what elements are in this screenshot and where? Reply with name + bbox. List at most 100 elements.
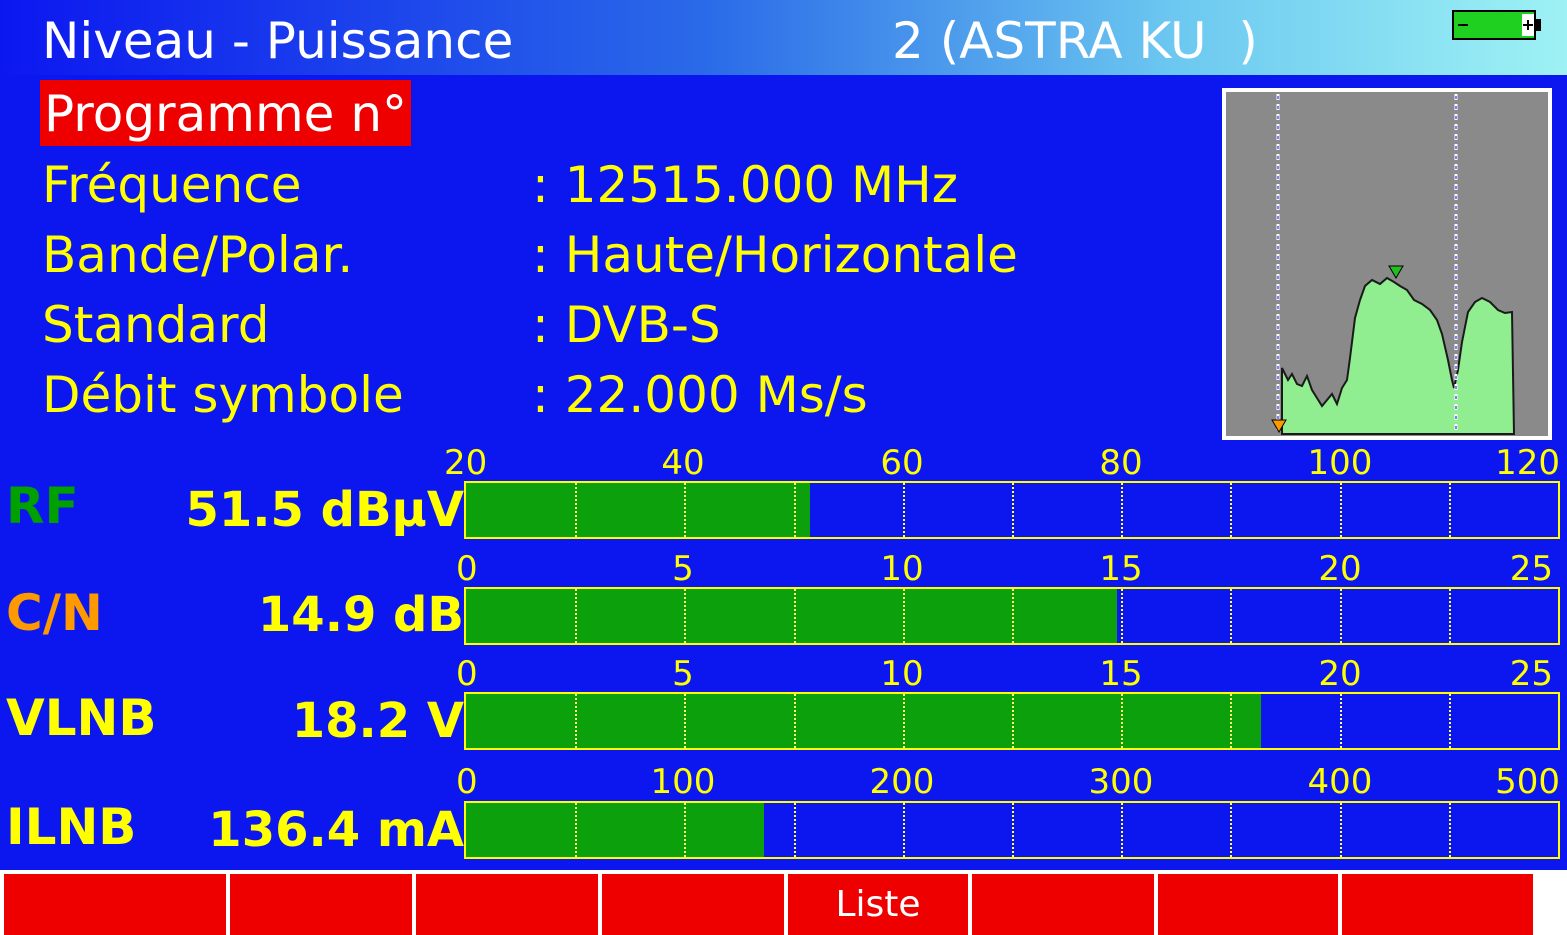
battery-icon — [1452, 10, 1541, 40]
cn-value: 14.9 dB — [257, 587, 464, 643]
bar-gridline — [793, 694, 796, 748]
screen: Niveau - Puissance 2 (ASTRA KU ) Program… — [0, 0, 1567, 935]
bar-gridline — [1012, 694, 1014, 748]
vlnb-level-bar — [464, 692, 1560, 750]
band-polar-value: : Haute/Horizontale — [532, 226, 1018, 284]
bar-gridline — [1012, 803, 1014, 857]
bar-gridline — [1230, 483, 1233, 537]
ilnb-tick-label: 500 — [1495, 762, 1560, 802]
cn-tick-label: 0 — [456, 549, 478, 589]
rf-level-fill — [466, 483, 810, 537]
bar-gridline — [1121, 694, 1124, 748]
ilnb-tick-label: 300 — [1088, 762, 1154, 802]
cn-tick-label: 10 — [880, 549, 924, 589]
rf-tick-label: 20 — [444, 443, 488, 483]
vlnb-tick-label: 0 — [456, 654, 478, 694]
ilnb-tick-label: 200 — [869, 762, 935, 802]
cn-level-fill — [466, 589, 1117, 643]
cn-tick-label: 25 — [1509, 549, 1553, 589]
bar-gridline — [1121, 803, 1124, 857]
bar-gridline — [1448, 589, 1451, 643]
bar-gridline — [575, 589, 578, 643]
bar-gridline — [575, 483, 578, 537]
bar-gridline — [1121, 589, 1124, 643]
bar-gridline — [1339, 483, 1342, 537]
vlnb-label: VLNB — [6, 689, 157, 747]
bar-gridline — [575, 694, 578, 748]
function-key-4[interactable] — [602, 874, 784, 935]
frequency-label: Fréquence — [42, 156, 302, 214]
vlnb-tick-label: 25 — [1509, 654, 1553, 694]
standard-value: : DVB-S — [532, 296, 721, 354]
vlnb-tick-label: 15 — [1099, 654, 1143, 694]
cn-tick-label: 5 — [672, 549, 694, 589]
band-polar-label: Bande/Polar. — [42, 226, 354, 284]
ilnb-tick-label: 400 — [1307, 762, 1373, 802]
vlnb-level-fill — [466, 694, 1261, 748]
function-key-8[interactable] — [1342, 874, 1533, 935]
bar-gridline — [1339, 589, 1342, 643]
bar-gridline — [1448, 483, 1451, 537]
spectrum-display — [1222, 88, 1552, 440]
bar-gridline — [902, 803, 905, 857]
cn-label: C/N — [6, 584, 103, 642]
bar-gridline — [1012, 483, 1014, 537]
bar-gridline — [1339, 803, 1342, 857]
vlnb-tick-label: 10 — [880, 654, 924, 694]
symbol-rate-value: : 22.000 Ms/s — [532, 366, 868, 424]
frequency-value: : 12515.000 MHz — [532, 156, 959, 214]
function-key-3[interactable] — [416, 874, 598, 935]
bar-gridline — [1230, 803, 1233, 857]
ilnb-label: ILNB — [6, 798, 137, 856]
bar-gridline — [684, 694, 687, 748]
vlnb-tick-label: 5 — [672, 654, 694, 694]
bar-gridline — [793, 483, 796, 537]
rf-tick-label: 120 — [1495, 443, 1560, 483]
satellite-name: 2 (ASTRA KU ) — [892, 12, 1258, 70]
bar-gridline — [1339, 694, 1342, 748]
function-key-bar: Liste — [0, 870, 1567, 935]
function-key-6[interactable] — [972, 874, 1154, 935]
ilnb-tick-label: 100 — [650, 762, 716, 802]
cn-level-bar — [464, 587, 1560, 645]
standard-label: Standard — [42, 296, 270, 354]
page-title: Niveau - Puissance — [42, 12, 514, 70]
symbol-rate-label: Débit symbole — [42, 366, 404, 424]
function-key-1[interactable] — [4, 874, 226, 935]
function-key-7[interactable] — [1158, 874, 1338, 935]
bar-gridline — [1121, 483, 1124, 537]
bar-gridline — [575, 803, 578, 857]
rf-tick-label: 60 — [880, 443, 924, 483]
rf-tick-label: 40 — [661, 443, 705, 483]
rf-value: 51.5 dBµV — [185, 482, 464, 538]
ilnb-tick-label: 0 — [456, 762, 478, 802]
program-number: Programme n° — [40, 80, 412, 146]
ilnb-value: 136.4 mA — [208, 802, 464, 858]
bar-gridline — [684, 803, 687, 857]
bar-gridline — [1230, 694, 1233, 748]
bar-gridline — [1448, 803, 1451, 857]
rf-tick-label: 80 — [1099, 443, 1143, 483]
rf-level-bar — [464, 481, 1560, 539]
vlnb-value: 18.2 V — [291, 693, 464, 749]
bar-gridline — [684, 589, 687, 643]
cn-tick-label: 15 — [1099, 549, 1143, 589]
ilnb-level-fill — [466, 803, 764, 857]
function-key-2[interactable] — [230, 874, 412, 935]
rf-label: RF — [6, 477, 79, 535]
rf-tick-label: 100 — [1307, 443, 1373, 483]
liste-button[interactable]: Liste — [788, 874, 968, 935]
bar-gridline — [1012, 589, 1014, 643]
vlnb-tick-label: 20 — [1318, 654, 1362, 694]
bar-gridline — [1448, 694, 1451, 748]
bar-gridline — [902, 589, 905, 643]
bar-gridline — [902, 694, 905, 748]
bar-gridline — [902, 483, 905, 537]
bar-gridline — [793, 589, 796, 643]
bar-gridline — [793, 803, 796, 857]
cn-tick-label: 20 — [1318, 549, 1362, 589]
title-bar: Niveau - Puissance 2 (ASTRA KU ) — [0, 0, 1567, 75]
bar-gridline — [684, 483, 687, 537]
bar-gridline — [1230, 589, 1233, 643]
ilnb-level-bar — [464, 801, 1560, 859]
